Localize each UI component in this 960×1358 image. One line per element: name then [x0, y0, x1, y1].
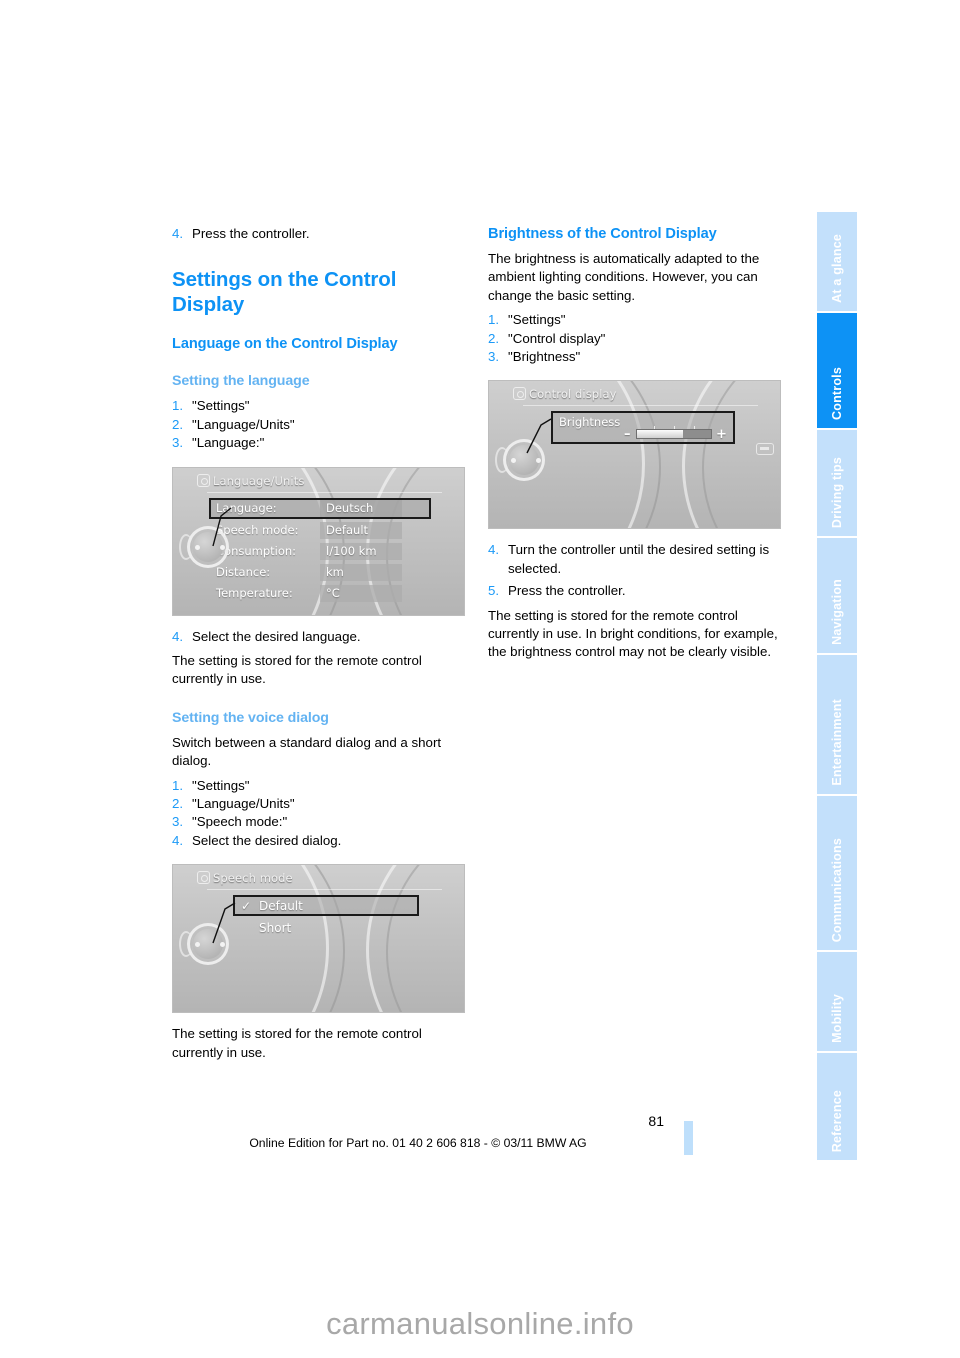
- list-item: 1. "Settings": [172, 397, 465, 415]
- step-text: "Control display": [508, 330, 606, 346]
- stored-note-voice: The setting is stored for the remote con…: [172, 1026, 422, 1060]
- figure-control-display-screen: Control display Brightness – +: [488, 380, 781, 530]
- section-heading-language: Language on the Control Display: [172, 336, 398, 353]
- step-number: 2.: [172, 416, 184, 432]
- step-number: 4.: [172, 226, 184, 241]
- section-heading-brightness: Brightness of the Control Display: [488, 226, 717, 242]
- sidebar-item-label: At a glance: [830, 234, 844, 304]
- sidebar-item-entertainment[interactable]: Entertainment: [817, 654, 857, 794]
- stored-note-language: The setting is stored for the remote con…: [172, 653, 422, 687]
- step-text: Turn the controller until the desired se…: [508, 542, 770, 576]
- leader-line: [212, 507, 232, 546]
- sidebar-item-label: Controls: [830, 366, 844, 420]
- sidebar-item-communications[interactable]: Communications: [817, 795, 857, 951]
- sidebar-item-label: Navigation: [830, 578, 844, 645]
- language-step-4: 4. Select the desired language.: [172, 628, 465, 646]
- step-number: 5.: [488, 583, 500, 599]
- sidebar-item-mobility[interactable]: Mobility: [817, 952, 857, 1052]
- step-text: "Language:": [192, 435, 265, 451]
- brightness-steps-after-list: 4. Turn the controller until the desired…: [488, 541, 781, 600]
- page-number: 81: [648, 1113, 664, 1129]
- step-number: 2.: [488, 330, 500, 346]
- sidebar-item-label: Driving tips: [830, 457, 844, 529]
- sidebar-item-controls[interactable]: Controls: [817, 313, 857, 428]
- right-text-column: Brightness of the Control Display The br…: [488, 225, 781, 662]
- step-number: 4.: [172, 832, 184, 848]
- step-text: "Speech mode:": [192, 814, 288, 830]
- step-number: 3.: [488, 349, 500, 365]
- list-item: 3. "Language:": [172, 434, 465, 452]
- sidebar-item-label: Communications: [830, 837, 844, 943]
- leader-line: [212, 902, 236, 944]
- list-item: 1. "Settings": [488, 311, 781, 329]
- page-title: Settings on the Control Display: [172, 268, 397, 317]
- step-number: 4.: [172, 628, 184, 644]
- figure-speech-mode-screen: Speech mode ✓ Default Short: [172, 864, 465, 1014]
- step-text: "Settings": [192, 777, 250, 793]
- step-text: Select the desired dialog.: [192, 832, 342, 848]
- left-text-column: 4. Press the controller. Settings on the…: [172, 225, 465, 1062]
- step-number: 1.: [488, 312, 500, 328]
- voice-dialog-steps-list: 1. "Settings" 2. "Language/Units" 3. "Sp…: [172, 777, 465, 851]
- chapter-tab-rail: At a glance Controls Driving tips Naviga…: [817, 212, 857, 1160]
- subsection-heading-voice-dialog: Setting the voice dialog: [172, 709, 329, 726]
- list-item: 1. "Settings": [172, 777, 465, 795]
- step-text: "Language/Units": [192, 796, 295, 812]
- step-text: "Settings": [508, 312, 566, 328]
- step-number: 1.: [172, 777, 184, 793]
- sidebar-item-reference[interactable]: Reference: [817, 1053, 857, 1160]
- manual-page: At a glance Controls Driving tips Naviga…: [0, 0, 960, 1358]
- list-item: 3. "Speech mode:": [172, 813, 465, 831]
- sidebar-item-label: Entertainment: [830, 699, 844, 786]
- list-item: 2. "Language/Units": [172, 795, 465, 813]
- stored-note-brightness: The setting is stored for the remote con…: [488, 607, 778, 660]
- step-text: "Language/Units": [192, 416, 295, 432]
- edition-notice: Online Edition for Part no. 01 40 2 606 …: [249, 1136, 587, 1150]
- list-item: 4. Select the desired language.: [172, 628, 465, 646]
- step-number: 3.: [172, 814, 184, 830]
- list-item: 4. Select the desired dialog.: [172, 832, 465, 850]
- figure-language-units-screen: Language/Units Language: Deutsch Speech …: [172, 466, 465, 616]
- list-item: 2. "Language/Units": [172, 416, 465, 434]
- step-number: 1.: [172, 398, 184, 414]
- step-text: Press the controller.: [508, 583, 626, 599]
- step-text: "Brightness": [508, 349, 581, 365]
- voice-dialog-intro: Switch between a standard dialog and a s…: [172, 734, 442, 769]
- sidebar-item-label: Reference: [830, 1089, 844, 1152]
- brightness-intro: The brightness is automatically adapted …: [488, 251, 760, 303]
- list-item: 5. Press the controller.: [488, 582, 781, 600]
- sidebar-item-at-a-glance[interactable]: At a glance: [817, 212, 857, 312]
- leader-line: [526, 418, 552, 454]
- language-steps-list: 1. "Settings" 2. "Language/Units" 3. "La…: [172, 397, 465, 452]
- press-controller-step: 4. Press the controller.: [172, 225, 465, 243]
- watermark: carmanualsonline.info: [326, 1306, 634, 1341]
- step-text: "Settings": [192, 398, 250, 414]
- step-number: 3.: [172, 435, 184, 451]
- sidebar-item-driving-tips[interactable]: Driving tips: [817, 429, 857, 537]
- list-item: 2. "Control display": [488, 330, 781, 348]
- step-text: Select the desired language.: [192, 628, 361, 644]
- step-number: 2.: [172, 796, 184, 812]
- sidebar-item-label: Mobility: [830, 994, 844, 1044]
- footer-accent-bar: [684, 1121, 693, 1155]
- list-item: 4. Turn the controller until the desired…: [488, 541, 781, 578]
- list-item: 4. Press the controller.: [172, 225, 465, 243]
- step-text: Press the controller.: [192, 226, 310, 241]
- subsection-heading-setting-language: Setting the language: [172, 373, 310, 390]
- step-number: 4.: [488, 542, 500, 558]
- sidebar-item-navigation[interactable]: Navigation: [817, 538, 857, 653]
- brightness-steps-list: 1. "Settings" 2. "Control display" 3. "B…: [488, 311, 781, 366]
- list-item: 3. "Brightness": [488, 348, 781, 366]
